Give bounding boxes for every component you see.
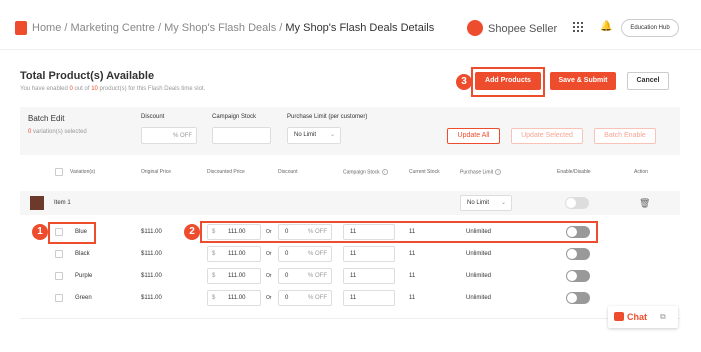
row-purchase-limit: Unlimited bbox=[466, 229, 492, 235]
row-enable-toggle[interactable] bbox=[566, 226, 590, 238]
item-thumbnail bbox=[30, 196, 44, 210]
batch-discount-input[interactable]: % OFF bbox=[141, 127, 197, 144]
row-discounted-price-input[interactable]: $111.00 bbox=[207, 290, 261, 306]
seller-label: Shopee Seller bbox=[488, 23, 558, 35]
section-title: Total Product(s) Available bbox=[20, 70, 155, 82]
row-stock-input[interactable]: 11 bbox=[343, 268, 395, 284]
header-campaign-stock: Campaign Stock i bbox=[343, 169, 388, 175]
or-label: Or bbox=[266, 251, 272, 257]
chat-icon bbox=[614, 312, 624, 321]
batch-limit-select[interactable]: No Limit ⌄ bbox=[287, 127, 341, 144]
shopee-seller-logo-icon bbox=[467, 20, 483, 36]
campaign-stock-label: Campaign Stock bbox=[212, 114, 257, 120]
row-enable-toggle[interactable] bbox=[566, 270, 590, 282]
breadcrumb: Home / Marketing Centre / My Shop's Flas… bbox=[32, 22, 435, 34]
row-current-stock: 11 bbox=[409, 295, 416, 301]
marker-3: 3 bbox=[456, 74, 472, 90]
row-purchase-limit: Unlimited bbox=[466, 251, 492, 257]
row-variation: Green bbox=[75, 295, 92, 301]
item-enable-toggle[interactable] bbox=[565, 197, 589, 209]
row-variation: Blue bbox=[75, 229, 88, 235]
bell-icon[interactable]: 🔔 bbox=[600, 21, 612, 32]
row-discounted-price-input[interactable]: $111.00 bbox=[207, 268, 261, 284]
item-limit-select[interactable]: No Limit ⌄ bbox=[460, 195, 512, 211]
breadcrumb-marketing[interactable]: Marketing Centre bbox=[71, 22, 155, 34]
shopee-bag-icon[interactable] bbox=[15, 21, 27, 35]
minimize-icon[interactable]: ⧉ bbox=[660, 312, 666, 322]
row-discount-input[interactable]: 0% OFF bbox=[278, 246, 332, 262]
row-variation: Purple bbox=[75, 273, 93, 279]
selected-count: 0 variation(s) selected bbox=[28, 129, 87, 135]
row-stock-input[interactable]: 11 bbox=[343, 246, 395, 262]
select-all-checkbox[interactable] bbox=[55, 168, 63, 176]
row-purchase-limit: Unlimited bbox=[466, 273, 492, 279]
row-discount-input[interactable]: 0% OFF bbox=[278, 268, 332, 284]
row-current-stock: 11 bbox=[409, 273, 416, 279]
breadcrumb-flash-deals[interactable]: My Shop's Flash Deals bbox=[164, 22, 276, 34]
row-enable-toggle[interactable] bbox=[566, 292, 590, 304]
chat-label[interactable]: Chat bbox=[627, 312, 647, 322]
chevron-down-icon: ⌄ bbox=[329, 132, 335, 138]
row-variation: Black bbox=[75, 251, 90, 257]
row-discount-input[interactable]: 0% OFF bbox=[278, 224, 332, 240]
item-name: Item 1 bbox=[54, 200, 71, 206]
row-original-price: $111.00 bbox=[141, 251, 162, 257]
row-stock-input[interactable]: 11 bbox=[343, 290, 395, 306]
info-icon: i bbox=[495, 169, 502, 175]
header-purchase-limit: Purchase Limit i bbox=[460, 169, 502, 175]
header-discount: Discount bbox=[278, 169, 298, 175]
or-label: Or bbox=[266, 229, 272, 235]
row-checkbox[interactable] bbox=[55, 228, 63, 236]
add-products-button[interactable]: Add Products bbox=[475, 72, 541, 90]
batch-enable-button[interactable]: Batch Enable bbox=[594, 128, 656, 144]
row-original-price: $111.00 bbox=[141, 273, 162, 279]
header-enable-disable: Enable/Disable bbox=[557, 169, 591, 175]
row-original-price: $111.00 bbox=[141, 295, 162, 301]
row-original-price: $111.00 bbox=[141, 229, 162, 235]
education-hub-button[interactable]: Education Hub bbox=[621, 19, 679, 37]
marker-1: 1 bbox=[32, 224, 48, 240]
row-discount-input[interactable]: 0% OFF bbox=[278, 290, 332, 306]
save-submit-button[interactable]: Save & Submit bbox=[550, 72, 616, 90]
batch-stock-input[interactable] bbox=[212, 127, 271, 144]
row-checkbox[interactable] bbox=[55, 294, 63, 302]
header-action: Action bbox=[634, 169, 648, 175]
row-current-stock: 11 bbox=[409, 251, 416, 257]
row-discounted-price-input[interactable]: $111.00 bbox=[207, 246, 261, 262]
section-subtitle: You have enabled 0 out of 10 product(s) … bbox=[20, 86, 206, 92]
cancel-button[interactable]: Cancel bbox=[627, 72, 669, 90]
info-icon: i bbox=[381, 169, 388, 175]
breadcrumb-current: My Shop's Flash Deals Details bbox=[285, 22, 435, 34]
header-discounted-price: Discounted Price bbox=[207, 169, 245, 175]
row-discounted-price-input[interactable]: $111.00 bbox=[207, 224, 261, 240]
header-variation: Variation(s) bbox=[70, 169, 96, 175]
batch-edit-title: Batch Edit bbox=[28, 114, 65, 123]
header-original-price: Original Price bbox=[141, 169, 172, 175]
discount-label: Discount bbox=[141, 114, 165, 120]
row-checkbox[interactable] bbox=[55, 272, 63, 280]
apps-grid-icon[interactable] bbox=[573, 22, 583, 32]
row-stock-input[interactable]: 11 bbox=[343, 224, 395, 240]
or-label: Or bbox=[266, 273, 272, 279]
update-all-button[interactable]: Update All bbox=[447, 128, 500, 144]
breadcrumb-home[interactable]: Home bbox=[32, 22, 61, 34]
purchase-limit-label: Purchase Limit (per customer) bbox=[287, 114, 368, 120]
header-current-stock: Current Stock bbox=[409, 169, 440, 175]
trash-icon[interactable]: 🗑 bbox=[639, 198, 650, 209]
row-enable-toggle[interactable] bbox=[566, 248, 590, 260]
divider bbox=[20, 318, 680, 319]
chevron-down-icon: ⌄ bbox=[500, 200, 506, 206]
row-checkbox[interactable] bbox=[55, 250, 63, 258]
or-label: Or bbox=[266, 295, 272, 301]
marker-2: 2 bbox=[184, 224, 200, 240]
update-selected-button[interactable]: Update Selected bbox=[511, 128, 583, 144]
row-current-stock: 11 bbox=[409, 229, 416, 235]
row-purchase-limit: Unlimited bbox=[466, 295, 492, 301]
